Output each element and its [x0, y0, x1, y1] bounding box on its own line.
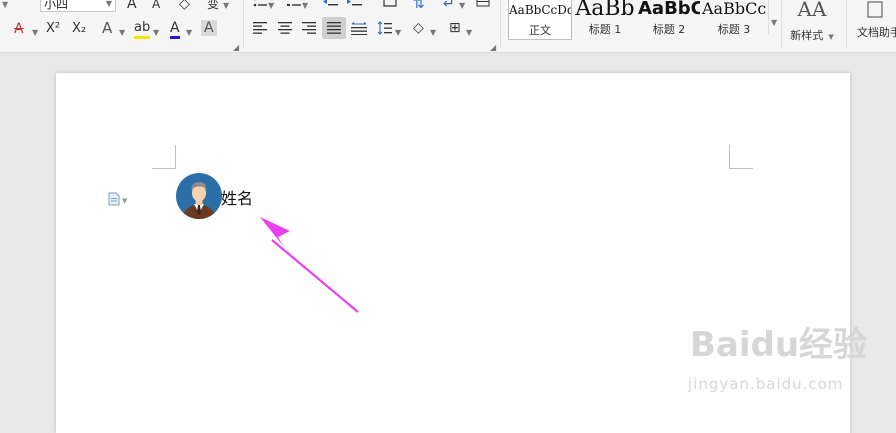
style-preview: AaBbC: [638, 0, 700, 24]
style-item-normal[interactable]: AaBbCcDd 正文: [508, 0, 572, 40]
new-style-icon: AA: [786, 0, 838, 24]
chevron-down-icon: ▼: [828, 33, 833, 41]
show-marks-icon[interactable]: ↵: [443, 0, 455, 12]
watermark-logo: Baidu经验: [690, 317, 867, 366]
chevron-down-icon[interactable]: ▼: [466, 25, 472, 41]
subscript-icon[interactable]: X₂: [72, 21, 86, 37]
align-left-icon[interactable]: [253, 21, 267, 35]
chevron-down-icon[interactable]: ▼: [302, 0, 308, 14]
chevron-down-icon[interactable]: ▼: [2, 0, 8, 13]
paragraph-shading-icon[interactable]: ◇: [413, 20, 424, 36]
phonetic-guide-icon[interactable]: 变: [207, 0, 219, 12]
chevron-down-icon[interactable]: ▼: [153, 25, 159, 41]
style-item-heading-1[interactable]: AaBb 标题 1: [574, 0, 636, 40]
chevron-down-icon[interactable]: ▼: [186, 25, 192, 41]
text-effect-icon[interactable]: A: [102, 20, 112, 36]
style-name: 标题 3: [702, 24, 766, 36]
group-separator: [846, 0, 847, 48]
chevron-down-icon[interactable]: ▼: [119, 25, 125, 41]
ribbon-toolbar: 小四 ▼ ▼ A A ◇ 变 ▼ ▼ ▼ ⇅ ↵ ▼ A ▼ X² X₂ A ▼…: [0, 0, 896, 53]
style-item-heading-3[interactable]: AaBbCc 标题 3: [702, 0, 766, 40]
style-name: 正文: [509, 25, 571, 37]
font-size-value: 小四: [44, 0, 68, 11]
font-color-icon[interactable]: A: [170, 20, 180, 39]
new-style-button[interactable]: AA 新样式 ▼: [786, 0, 838, 40]
style-name: 标题 2: [638, 24, 700, 36]
style-preview: AaBbCcDd: [509, 0, 571, 25]
doc-assistant-button[interactable]: 文档助手: [852, 0, 896, 40]
increase-font-icon[interactable]: A: [127, 0, 137, 12]
document-canvas: ▼ 姓名 Baidu经验 jingyan.baidu.com: [0, 53, 896, 416]
increase-indent-icon[interactable]: [347, 0, 362, 8]
numbered-list-icon[interactable]: [287, 0, 301, 8]
borders-icon[interactable]: ⊞: [449, 20, 461, 36]
chevron-down-icon[interactable]: ▼: [268, 0, 274, 14]
style-item-heading-2[interactable]: AaBbC 标题 2: [638, 0, 700, 40]
table-grid-icon[interactable]: [476, 0, 490, 8]
justify-icon: [327, 21, 341, 35]
doc-assistant-icon: [866, 0, 884, 18]
new-style-label: 新样式: [790, 29, 823, 42]
font-size-select[interactable]: 小四 ▼: [40, 0, 116, 12]
chevron-down-icon[interactable]: ▼: [430, 25, 436, 41]
paragraph-dialog-launcher-icon[interactable]: ◢: [490, 40, 496, 53]
style-name: 标题 1: [574, 24, 636, 36]
annotation-arrow: [56, 73, 376, 323]
decrease-indent-icon[interactable]: [323, 0, 338, 8]
align-right-icon[interactable]: [302, 21, 316, 35]
line-spacing-icon[interactable]: [378, 21, 392, 35]
styles-scroll[interactable]: ▼: [768, 0, 781, 34]
sort-icon[interactable]: ⇅: [413, 0, 425, 12]
group-separator: [781, 0, 782, 48]
chevron-down-icon[interactable]: ▼: [32, 25, 38, 41]
chevron-down-icon[interactable]: ▼: [771, 18, 777, 27]
arrow-shaft: [272, 240, 358, 312]
chevron-down-icon[interactable]: ▼: [223, 0, 229, 14]
group-separator: [500, 0, 501, 48]
styles-gallery: AaBbCcDd 正文 AaBb 标题 1 AaBbC 标题 2 AaBbCc …: [506, 0, 780, 40]
group-separator: [243, 0, 244, 48]
doc-assistant-label: 文档助手: [857, 24, 896, 40]
font-dialog-launcher-icon[interactable]: ◢: [233, 40, 239, 53]
style-preview: AaBbCc: [702, 0, 766, 24]
style-preview: AaBb: [574, 0, 636, 24]
chevron-down-icon[interactable]: ▼: [395, 25, 401, 41]
clear-format-icon[interactable]: ◇: [179, 0, 190, 12]
char-shading-icon[interactable]: A: [201, 20, 217, 36]
margin-corner-top-right: [728, 145, 754, 171]
chinese-layout-icon[interactable]: [383, 0, 397, 8]
bullet-list-icon[interactable]: [253, 0, 267, 8]
distributed-icon[interactable]: [351, 21, 367, 35]
strikethrough-icon[interactable]: A: [14, 21, 24, 37]
chevron-down-icon[interactable]: ▼: [459, 0, 465, 14]
superscript-icon[interactable]: X²: [46, 21, 60, 37]
align-center-icon[interactable]: [278, 21, 292, 35]
decrease-font-icon[interactable]: A: [152, 0, 160, 12]
watermark-url: jingyan.baidu.com: [688, 375, 843, 393]
justify-button[interactable]: [322, 17, 346, 39]
chevron-down-icon[interactable]: ▼: [106, 0, 112, 13]
highlight-icon[interactable]: ab: [134, 20, 150, 39]
